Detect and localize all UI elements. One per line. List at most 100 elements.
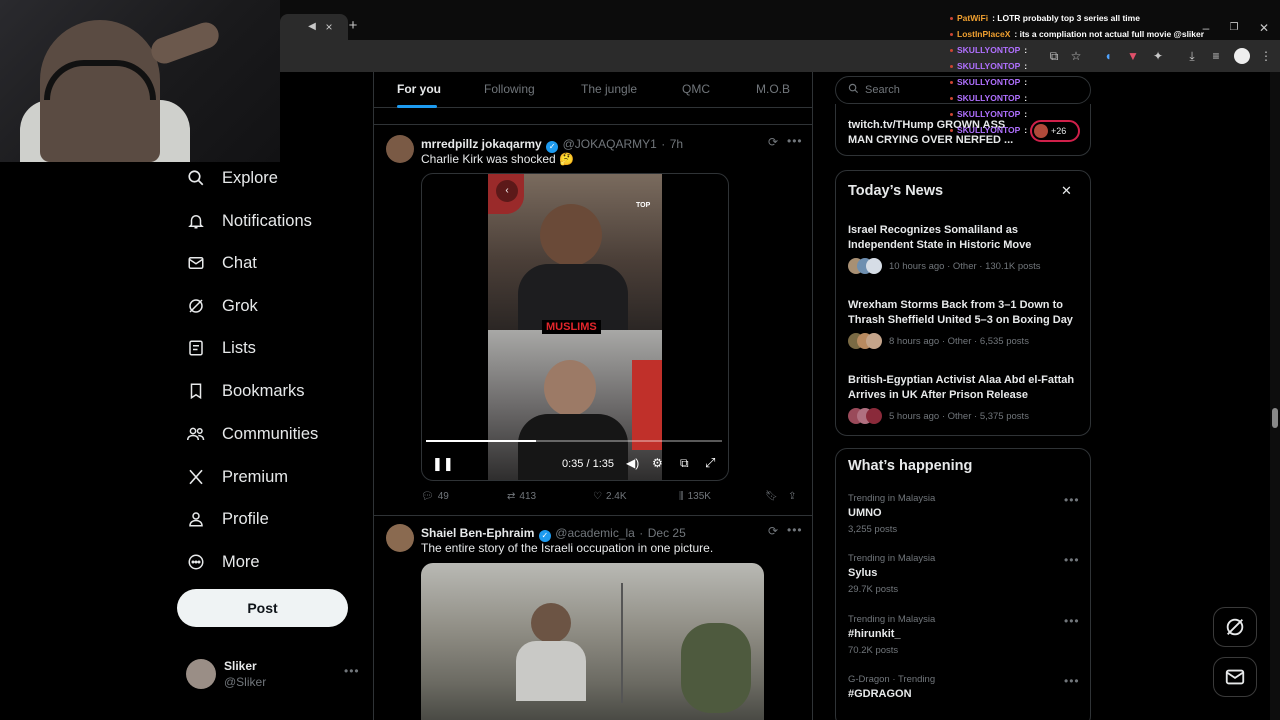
tweet-time[interactable]: Dec 25 (648, 526, 686, 540)
messages-floating-button[interactable] (1213, 657, 1257, 697)
repost-count: 413 (519, 491, 537, 502)
scrollbar-thumb[interactable] (1272, 408, 1278, 428)
tweet-image[interactable] (421, 563, 764, 720)
trend-item[interactable]: G-Dragon · Trending #GDRAGON ••• (836, 672, 1090, 712)
tab-qmc[interactable]: QMC (682, 82, 710, 96)
analytics-icon: ⫼ (679, 491, 684, 502)
sidebar-item-label: Notifications (222, 211, 312, 230)
chat-bullet (950, 96, 953, 100)
tweet-author-handle[interactable]: @JOKAQARMY1 (563, 137, 657, 151)
trend-item[interactable]: Trending in Malaysia #hirunkit_ 70.2K po… (836, 612, 1090, 668)
share-icon[interactable]: ⇪ (788, 491, 796, 502)
window-close-icon[interactable]: ✕ (1256, 20, 1272, 36)
chat-message: SKULLYONTOP: (950, 74, 1027, 90)
sidebar-item-bookmarks[interactable]: Bookmarks (186, 373, 305, 409)
sidebar-item-explore[interactable]: Explore (186, 160, 278, 196)
chat-message: SKULLYONTOP: (950, 58, 1027, 74)
grok-icon[interactable]: ⟳ (768, 524, 778, 538)
reply-button[interactable]: 💬︎ 49 (421, 491, 449, 502)
more-dots-icon[interactable]: ••• (787, 523, 803, 537)
more-dots-icon[interactable]: ••• (344, 664, 360, 678)
chat-message: LostInPlaceX: its a compliation not actu… (950, 26, 1204, 42)
volume-icon[interactable]: ◀︎) (626, 456, 639, 470)
more-dots-icon[interactable]: ••• (1064, 614, 1080, 628)
chat-bullet (950, 128, 953, 132)
mail-icon (186, 253, 206, 273)
tweet[interactable]: mrredpillz jokaqarmy ✓ @JOKAQARMY1 · 7h … (374, 125, 812, 515)
list-icon (186, 338, 206, 358)
tweet-separator: · (661, 137, 666, 151)
like-button[interactable]: ♡ 2.4K (593, 491, 627, 502)
browser-tab[interactable]: ◀︎ × (280, 14, 348, 40)
video-player[interactable]: TOP MUSLIMS ‹ ❚❚ 0:35 / 1:35 ◀︎) ⚙ ⧉ ⤢ (421, 173, 729, 481)
tab-close-icon[interactable]: × (321, 19, 337, 35)
media-icon[interactable]: ≡ (1208, 48, 1224, 64)
image-person-body (516, 641, 586, 701)
tweet-author-handle[interactable]: @academic_la (555, 526, 635, 540)
repost-button[interactable]: ⇄ 413 (507, 491, 536, 502)
x-logo-icon (186, 467, 206, 487)
grok-icon[interactable]: ⟳ (768, 135, 778, 149)
image-tree (681, 623, 751, 713)
more-dots-icon[interactable]: ••• (1064, 493, 1080, 507)
views-button[interactable]: ⫼ 135K (679, 491, 711, 502)
news-item[interactable]: Israel Recognizes Somaliland as Independ… (836, 221, 1090, 283)
sidebar-item-profile[interactable]: Profile (186, 501, 269, 537)
more-dots-icon[interactable]: ••• (1064, 674, 1080, 688)
sidebar-item-lists[interactable]: Lists (186, 330, 256, 366)
chevron-left-icon[interactable]: ‹ (496, 180, 518, 202)
more-circle-icon (186, 552, 206, 572)
tab-following[interactable]: Following (484, 82, 535, 96)
people-icon (186, 424, 206, 444)
fullscreen-icon[interactable]: ⤢ (705, 455, 715, 471)
new-tab-icon[interactable]: + (345, 18, 361, 34)
avatar[interactable] (386, 135, 414, 163)
profile-avatar-icon[interactable] (1234, 48, 1250, 64)
tab-the-jungle[interactable]: The jungle (581, 82, 637, 96)
tweet-time[interactable]: 7h (670, 137, 683, 151)
sidebar-item-notifications[interactable]: Notifications (186, 203, 312, 239)
post-button[interactable]: Post (177, 589, 348, 627)
tweet[interactable]: Shaiel Ben-Ephraim ✓ @academic_la · Dec … (374, 516, 812, 720)
account-switcher[interactable]: Sliker @Sliker ••• (186, 656, 366, 692)
pause-icon[interactable]: ❚❚ (432, 456, 454, 472)
sidebar-item-premium[interactable]: Premium (186, 459, 288, 495)
sidebar-item-chat[interactable]: Chat (186, 245, 257, 281)
tweet-author-name[interactable]: mrredpillz jokaqarmy (421, 137, 542, 151)
browser-menu-icon[interactable]: ⋮ (1258, 48, 1274, 64)
chat-message: PatWiFi: LOTR probably top 3 series all … (950, 10, 1140, 26)
news-item[interactable]: Wrexham Storms Back from 3–1 Down to Thr… (836, 296, 1090, 358)
news-item[interactable]: British-Egyptian Activist Alaa Abd el-Fa… (836, 371, 1090, 433)
like-count: 2.4K (605, 491, 627, 502)
tweet-author-name[interactable]: Shaiel Ben-Ephraim (421, 526, 534, 540)
settings-gear-icon[interactable]: ⚙ (652, 456, 663, 470)
avatar[interactable] (386, 524, 414, 552)
live-participants-badge[interactable]: +26 (1030, 120, 1080, 142)
grok-floating-button[interactable] (1213, 607, 1257, 647)
bookmark-icon[interactable]: 🔖︎ (765, 491, 778, 502)
picture-in-picture-icon[interactable]: ⧉ (680, 456, 689, 471)
audio-icon[interactable]: ◀︎ (304, 19, 320, 35)
trend-item[interactable]: Trending in Malaysia Sylus 29.7K posts •… (836, 551, 1090, 607)
trend-item[interactable]: Trending in Malaysia UMNO 3,255 posts ••… (836, 491, 1090, 547)
tab-for-you[interactable]: For you (397, 82, 441, 96)
sidebar-item-more[interactable]: More (186, 544, 260, 580)
tab-mob[interactable]: M.O.B (756, 82, 790, 96)
more-dots-icon[interactable]: ••• (1064, 553, 1080, 567)
download-icon[interactable]: ⤓ (1184, 48, 1200, 64)
sidebar-item-grok[interactable]: Grok (186, 288, 258, 324)
video-progress-track[interactable] (426, 440, 722, 442)
news-headline: British-Egyptian Activist Alaa Abd el-Fa… (848, 374, 1075, 401)
more-dots-icon[interactable]: ••• (787, 134, 803, 148)
chat-message: SKULLYONTOP: (950, 42, 1027, 58)
account-name: Sliker (224, 659, 257, 673)
page-scrollbar[interactable] (1270, 72, 1280, 720)
close-icon[interactable]: ✕ (1061, 183, 1072, 199)
chat-username: SKULLYONTOP (957, 61, 1021, 71)
maximize-icon[interactable]: ❐ (1226, 20, 1242, 36)
chat-bullet (950, 80, 953, 84)
tweet-text: Charlie Kirk was shocked 🤔 (421, 152, 574, 166)
sidebar-item-communities[interactable]: Communities (186, 416, 318, 452)
chat-username: SKULLYONTOP (957, 125, 1021, 135)
bell-icon (186, 211, 206, 231)
